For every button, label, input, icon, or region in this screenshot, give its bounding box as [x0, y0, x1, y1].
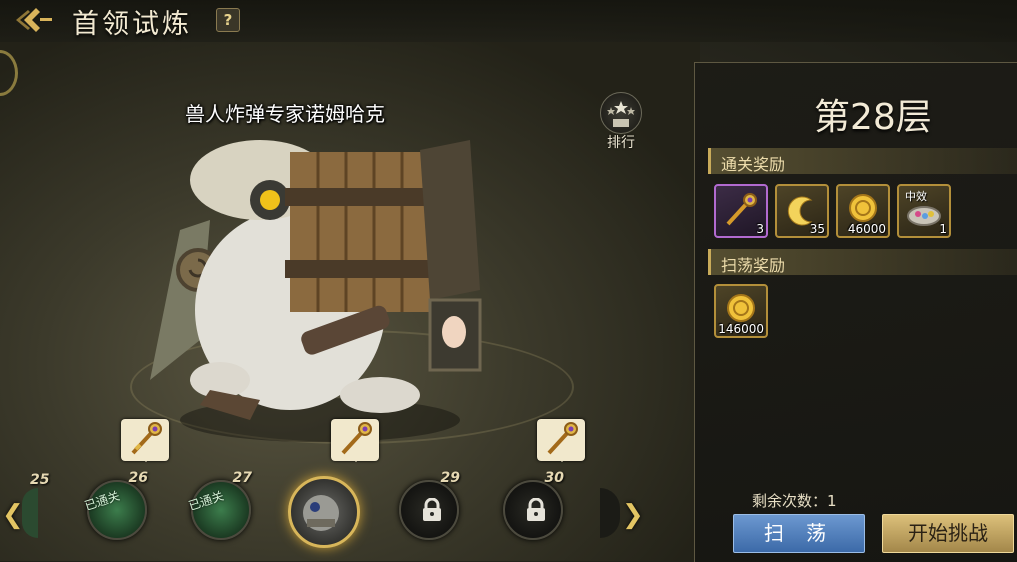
key-scepter-icon [341, 422, 372, 455]
clear-rewards-label: 通关奖励 [721, 155, 786, 174]
level-reward-bubble[interactable] [121, 419, 169, 462]
level-number: 30 [544, 470, 564, 486]
page-title: 首领试炼 [72, 9, 192, 40]
sweep-button[interactable]: 扫 荡 [733, 514, 865, 553]
level-number: 29 [440, 470, 460, 486]
top-bar: 首领试炼 ? [0, 0, 1017, 42]
reward-count: 146000 [718, 322, 764, 336]
help-button[interactable]: ? [216, 8, 240, 32]
rank-button[interactable]: 排行 [594, 92, 648, 152]
next-page-arrow-icon[interactable]: ❯ [622, 500, 644, 530]
level-node-28[interactable] [288, 476, 360, 556]
lock-icon [423, 498, 441, 521]
level-node-26[interactable]: 已通关 26 [80, 470, 150, 554]
level-number: 26 [128, 470, 148, 486]
level-node-partial[interactable] [22, 488, 38, 538]
reward-item[interactable]: 3 [714, 184, 768, 238]
reward-count: 3 [756, 222, 764, 236]
back-arrow-icon[interactable] [6, 2, 58, 38]
key-scepter-icon [547, 422, 578, 455]
remaining-attempts: 剩余次数：1 [752, 492, 837, 510]
level-node-30[interactable]: 30 [496, 470, 566, 554]
sweep-rewards-header: 扫荡奖励 [708, 249, 1017, 275]
level-number: 27 [232, 470, 252, 486]
level-reward-bubble[interactable] [537, 419, 585, 462]
level-reward-bubble[interactable] [331, 419, 379, 462]
reward-count: 46000 [847, 222, 886, 236]
level-number: 25 [30, 472, 50, 488]
trophy-podium-icon [600, 92, 642, 134]
reward-item[interactable]: 中效 1 [897, 184, 951, 238]
rank-label: 排行 [607, 135, 635, 151]
reward-item[interactable]: 35 [775, 184, 829, 238]
reward-count: 1 [939, 222, 947, 236]
boss-portrait-icon [288, 476, 360, 548]
reward-item[interactable]: 46000 [836, 184, 890, 238]
lock-icon [527, 498, 545, 521]
sweep-rewards-label: 扫荡奖励 [721, 256, 786, 275]
key-scepter-icon [131, 422, 162, 455]
start-challenge-button[interactable]: 开始挑战 [882, 514, 1014, 553]
level-node-29[interactable]: 29 [392, 470, 462, 554]
level-node-27[interactable]: 已通关 27 [184, 470, 254, 554]
floor-title: 第28层 [814, 97, 932, 138]
level-circle [399, 480, 459, 540]
reward-item[interactable]: 146000 [714, 284, 768, 338]
reward-tag: 中效 [905, 190, 927, 203]
reward-count: 35 [809, 222, 825, 236]
boss-model [140, 120, 500, 450]
level-circle [503, 480, 563, 540]
clear-rewards-header: 通关奖励 [708, 148, 1017, 174]
prev-page-arrow-icon[interactable]: ❮ [2, 500, 24, 530]
